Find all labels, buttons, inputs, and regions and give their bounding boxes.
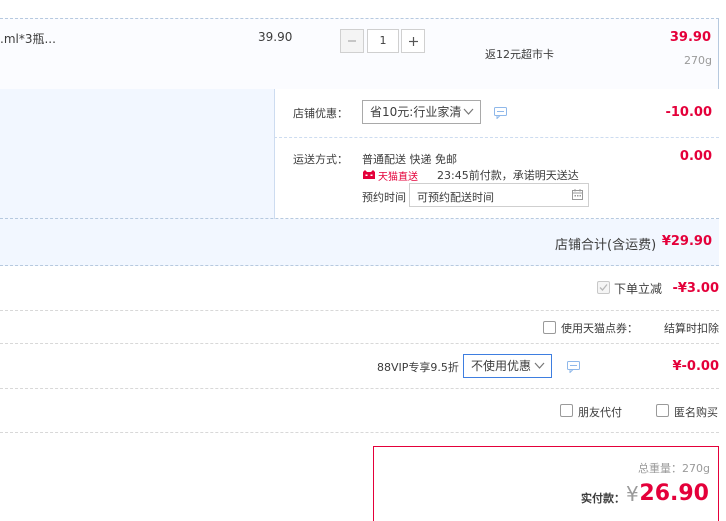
tmall-points-label: 使用天猫点券： — [561, 322, 638, 335]
total-weight: 总重量：270g — [638, 462, 710, 475]
promo-text: 返12元超市卡 — [485, 48, 554, 61]
shop-divider — [0, 218, 719, 219]
vip-label: 88VIP专享9.5折 — [377, 361, 459, 374]
shop-discount-select-value: 省10元:行业家清 — [370, 105, 462, 119]
instant-discount-amount: -¥3.00 — [672, 281, 719, 296]
reserve-time-input[interactable]: 可预约配送时间 — [409, 183, 589, 207]
payment-summary: 总重量：270g 实付款： ¥ 26.90 — [373, 446, 719, 521]
tmall-badge-text: 天猫直送 — [378, 171, 418, 183]
instant-discount-label: 下单立减 — [614, 282, 663, 296]
vip-discount-amount: ¥-0.00 — [672, 359, 719, 374]
currency-symbol: ¥ — [626, 482, 639, 506]
quantity-minus-button[interactable] — [340, 29, 364, 53]
checkbox-icon — [599, 284, 608, 291]
product-name[interactable]: .ml*3瓶... — [0, 30, 56, 47]
shop-discount-select[interactable]: 省10元:行业家清 — [362, 100, 481, 124]
item-weight: 270g — [684, 54, 712, 67]
row-divider — [0, 343, 719, 344]
shop-discount-amount: -10.00 — [665, 105, 712, 120]
shipping-amount: 0.00 — [679, 149, 712, 164]
product-row: .ml*3瓶... 39.90 1 返12元超市卡 39.90 270g — [0, 18, 719, 90]
unit-price: 39.90 — [258, 30, 293, 44]
chat-bubble-icon[interactable] — [567, 361, 580, 373]
shop-divider — [274, 137, 719, 138]
delivery-note: 23:45前付款，承诺明天送达 — [437, 169, 579, 182]
shipping-method: 普通配送 快递 免邮 — [362, 153, 457, 166]
shop-subtotal-label: 店铺合计(含运费) — [555, 238, 657, 253]
reserve-time-placeholder: 可预约配送时间 — [417, 191, 494, 204]
chat-bubble-icon[interactable] — [494, 107, 507, 119]
item-total: 39.90 — [669, 30, 711, 45]
row-divider — [0, 432, 719, 433]
row-divider — [0, 388, 719, 389]
anonymous-purchase-label: 匿名购买 — [674, 406, 718, 419]
chevron-down-icon — [463, 108, 474, 115]
calendar-icon — [572, 189, 583, 200]
quantity-input[interactable]: 1 — [367, 29, 399, 53]
paid-amount: 26.90 — [639, 481, 709, 506]
shop-discount-label: 店铺优惠： — [293, 107, 348, 120]
friend-pay-checkbox[interactable] — [560, 404, 573, 417]
friend-pay-label: 朋友代付 — [578, 406, 622, 419]
anonymous-purchase-checkbox[interactable] — [656, 404, 669, 417]
tmall-direct-badge: 天猫直送 — [362, 168, 418, 183]
reserve-time-label: 预约时间 — [362, 191, 406, 204]
vip-discount-select-value: 不使用优惠 — [471, 359, 532, 373]
tmall-points-checkbox[interactable] — [543, 321, 556, 334]
row-divider — [0, 310, 719, 311]
minus-icon — [348, 40, 356, 42]
chevron-down-icon — [534, 362, 545, 369]
tmall-points-note: 结算时扣除 — [664, 322, 719, 335]
instant-discount-checkbox — [597, 281, 610, 294]
quantity-plus-button[interactable] — [401, 29, 425, 53]
shop-subtotal-amount: ¥29.90 — [661, 234, 712, 249]
plus-icon — [408, 37, 418, 46]
vip-discount-select[interactable]: 不使用优惠 — [463, 354, 552, 378]
paid-label: 实付款： — [581, 492, 625, 505]
shop-block: 店铺优惠： 省10元:行业家清 -10.00 运送方式： 普通配送 快递 免邮 … — [0, 89, 719, 266]
tmall-cat-icon — [363, 170, 375, 179]
shipping-label: 运送方式： — [293, 153, 348, 166]
